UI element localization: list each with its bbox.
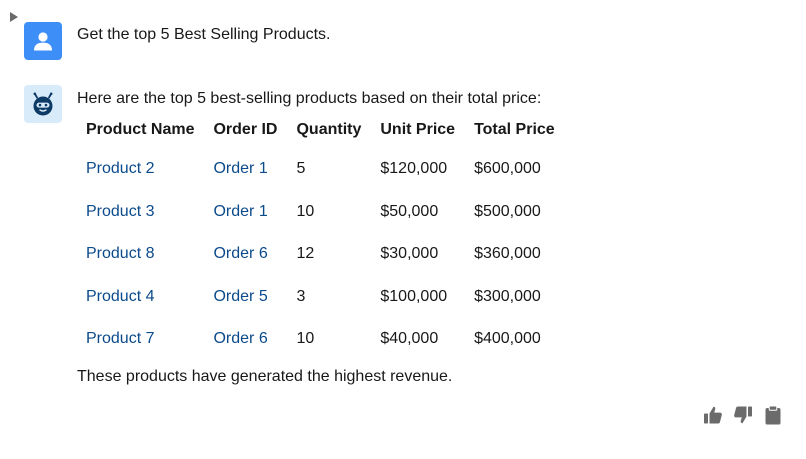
user-icon <box>34 32 52 51</box>
total-price-cell: $360,000 <box>474 245 541 263</box>
table-row: Product 8 Order 6 12 $30,000 $360,000 <box>77 233 565 276</box>
bot-outro-text: These products have generated the highes… <box>77 368 453 385</box>
product-name-link[interactable]: Product 8 <box>77 233 204 276</box>
quantity-cell: 12 <box>296 245 315 263</box>
message-actions <box>702 404 784 426</box>
table-row: Product 4 Order 5 3 $100,000 $300,000 <box>77 276 565 319</box>
products-table: Product Name Order ID Quantity Unit Pric… <box>77 112 565 361</box>
order-id-link[interactable]: Order 5 <box>204 276 287 319</box>
expand-caret-icon[interactable] <box>10 12 18 22</box>
bot-icon <box>33 92 53 116</box>
bot-intro-text: Here are the top 5 best-selling products… <box>77 90 542 107</box>
table-row: Product 7 Order 6 10 $40,000 $400,000 <box>77 318 565 361</box>
total-price-cell: $600,000 <box>474 160 541 178</box>
user-message-text: Get the top 5 Best Selling Products. <box>77 26 331 43</box>
column-header-order-id: Order ID <box>213 121 278 138</box>
table-row: Product 3 Order 1 10 $50,000 $500,000 <box>77 191 565 234</box>
column-header-product-name: Product Name <box>86 121 195 138</box>
column-header-total-price: Total Price <box>474 121 555 138</box>
product-name-link[interactable]: Product 4 <box>77 276 204 319</box>
unit-price-cell: $50,000 <box>380 202 439 220</box>
order-id-link[interactable]: Order 6 <box>204 318 287 361</box>
user-avatar <box>24 22 62 60</box>
order-id-link[interactable]: Order 6 <box>204 233 287 276</box>
total-price-cell: $400,000 <box>474 330 541 348</box>
order-id-link[interactable]: Order 1 <box>204 148 287 191</box>
unit-price-cell: $30,000 <box>380 245 439 263</box>
product-name-link[interactable]: Product 2 <box>77 148 204 191</box>
quantity-cell: 10 <box>296 202 315 220</box>
total-price-cell: $300,000 <box>474 287 541 305</box>
copy-button[interactable] <box>762 404 784 426</box>
product-name-link[interactable]: Product 3 <box>77 191 204 234</box>
product-name-link[interactable]: Product 7 <box>77 318 204 361</box>
quantity-cell: 10 <box>296 330 315 348</box>
like-button[interactable] <box>702 404 724 426</box>
thumbs-up-icon <box>704 406 722 424</box>
quantity-cell: 5 <box>296 160 306 178</box>
column-header-unit-price: Unit Price <box>380 121 456 138</box>
thumbs-down-icon <box>734 406 752 424</box>
quantity-cell: 3 <box>296 287 306 305</box>
unit-price-cell: $40,000 <box>380 330 439 348</box>
clipboard-icon <box>765 405 781 425</box>
column-header-quantity: Quantity <box>296 121 362 138</box>
bot-avatar <box>24 85 62 123</box>
order-id-link[interactable]: Order 1 <box>204 191 287 234</box>
table-row: Product 2 Order 1 5 $120,000 $600,000 <box>77 148 565 191</box>
total-price-cell: $500,000 <box>474 202 541 220</box>
chat-panel: Get the top 5 Best Selling Products. Her… <box>0 0 806 459</box>
unit-price-cell: $120,000 <box>380 160 448 178</box>
dislike-button[interactable] <box>732 404 754 426</box>
table-header-row: Product Name Order ID Quantity Unit Pric… <box>77 112 565 148</box>
unit-price-cell: $100,000 <box>380 287 448 305</box>
